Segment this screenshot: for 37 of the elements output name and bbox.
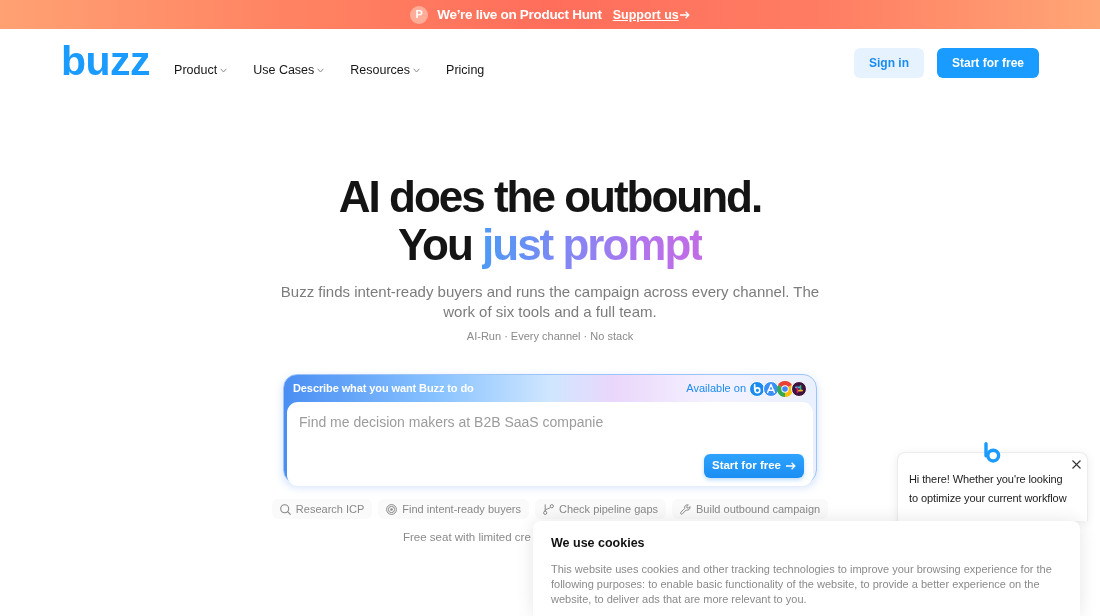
close-icon[interactable] — [1072, 460, 1081, 469]
suggestion-chip[interactable]: Find intent-ready buyers — [378, 499, 529, 519]
headline: AI does the outbound. You just prompt — [337, 173, 763, 269]
nav-link[interactable]: Product — [174, 61, 228, 80]
announcement-text: We’re live on Product Hunt — [437, 5, 602, 24]
cookie-text: This website uses cookies and other tracking technologies to improve your browsing experience for the following purposes: to enable basic functionality of the website, to provide a better experience on the website, to deliver ads that are more relevant to you. — [551, 562, 1053, 607]
suggestion-chip[interactable]: Build outbound campaign — [672, 499, 829, 519]
nav-link[interactable]: Resources — [350, 61, 421, 80]
branch-icon — [542, 503, 554, 515]
availability-label: Available on — [686, 381, 746, 397]
nav-link[interactable]: Use Cases — [253, 61, 325, 80]
support-link[interactable]: Support us — [612, 5, 690, 24]
a-shape-icon[interactable] — [763, 380, 779, 397]
search-icon — [279, 503, 291, 515]
credit-note: Free seat with limited cre — [403, 531, 531, 543]
logo-badge: P — [410, 5, 429, 24]
b-badge-icon[interactable] — [749, 380, 765, 397]
tagline: AI-Run · Every channel · No stack — [465, 329, 635, 344]
prompt-field[interactable]: Find me decision makers at B2B SaaS companie Start for free — [287, 402, 813, 486]
wrench-icon — [680, 503, 691, 515]
arrow-right-icon — [786, 462, 796, 470]
hero-subtitle: Buzz finds intent-ready buyers and runs the campaign across every channel. The work of six tools and a full team. — [279, 282, 821, 322]
suggestion-chip[interactable]: Research ICP — [271, 499, 373, 519]
target-icon — [386, 503, 398, 515]
cookie-title: We use cookies — [551, 535, 646, 551]
start-button[interactable]: Start for free — [703, 454, 804, 478]
segmented-circle-icon[interactable] — [777, 380, 793, 397]
arrow-right-icon — [679, 11, 690, 20]
suggestion-chip[interactable]: Check pipeline gaps — [534, 499, 666, 519]
nav-link[interactable]: Pricing — [446, 61, 485, 80]
nav-button[interactable]: Start for free — [936, 48, 1039, 78]
chat-message: Hi there! Whether you're looking to optimize your current workflow — [909, 472, 1068, 506]
b-logo-icon — [983, 442, 1001, 463]
hash-grid-icon[interactable] — [791, 380, 807, 397]
prompt-label: Describe what you want Buzz to do — [293, 381, 474, 397]
nav-button[interactable]: Sign in — [853, 48, 924, 78]
logo[interactable]: buzz — [61, 41, 151, 82]
